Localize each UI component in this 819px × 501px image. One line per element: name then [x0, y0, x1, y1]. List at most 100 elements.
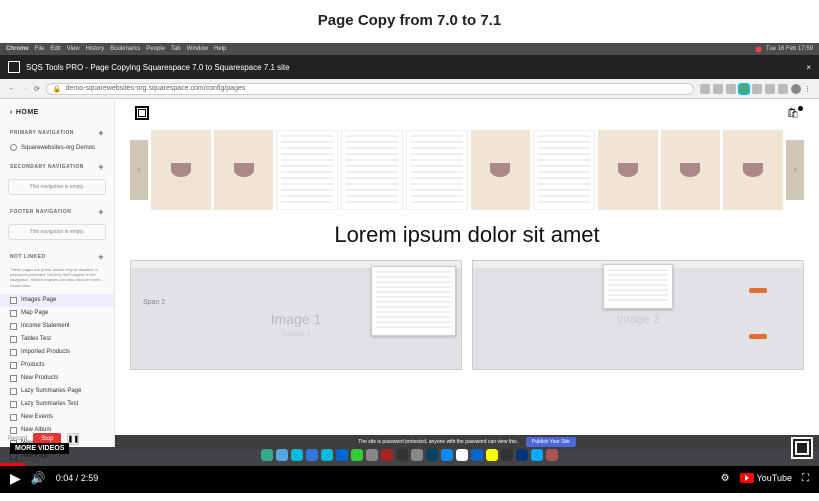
nav-reload-icon[interactable]: ⟳ — [34, 85, 40, 93]
nav-back-icon[interactable]: ← — [8, 85, 15, 92]
address-bar[interactable]: 🔒 demo-squarewebsites-org.squarespace.co… — [46, 83, 694, 95]
menubar-item[interactable]: View — [67, 46, 80, 52]
gallery-tile[interactable] — [661, 130, 721, 210]
ext-icon[interactable] — [778, 84, 788, 94]
sidebar-item[interactable]: Map Page — [0, 307, 114, 320]
sidebar-item[interactable]: Imported Products — [0, 346, 114, 359]
page-icon — [10, 349, 17, 356]
dock-app-icon[interactable] — [411, 449, 423, 461]
kebab-menu-icon[interactable]: ⋮ — [804, 85, 811, 93]
ext-icon[interactable] — [765, 84, 775, 94]
menubar-item[interactable]: Help — [214, 46, 226, 52]
sidebar-item[interactable]: Tables Test — [0, 333, 114, 346]
menubar-item[interactable]: Bookmarks — [110, 46, 140, 52]
extension-popup[interactable] — [371, 266, 456, 336]
more-videos-label[interactable]: MORE VIDEOS — [10, 443, 69, 454]
gallery-tile[interactable] — [471, 130, 531, 210]
image-label: Image 1 — [271, 311, 322, 327]
ext-icon[interactable] — [713, 84, 723, 94]
gallery-next-icon[interactable]: › — [786, 140, 804, 200]
hero-text: Lorem ipsum dolor sit amet — [115, 212, 819, 260]
gallery-tile[interactable] — [533, 130, 595, 210]
add-page-icon[interactable]: + — [98, 252, 104, 262]
sidebar-section-secondary: SECONDARY NAVIGATION+ — [0, 154, 114, 175]
menubar-item[interactable]: History — [86, 46, 105, 52]
dock-app-icon[interactable] — [351, 449, 363, 461]
sidebar-item[interactable]: New Products — [0, 372, 114, 385]
sidebar-home[interactable]: ‹HOME — [0, 105, 114, 120]
dock-app-icon[interactable] — [366, 449, 378, 461]
sidebar-section-footer: FOOTER NAVIGATION+ — [0, 199, 114, 220]
dock-app-icon[interactable] — [546, 449, 558, 461]
add-page-icon[interactable]: + — [98, 162, 104, 172]
extension-popup[interactable] — [603, 264, 673, 309]
channel-watermark-icon[interactable] — [791, 437, 813, 459]
menubar-item[interactable]: Edit — [50, 46, 60, 52]
youtube-logo-link[interactable]: YouTube — [740, 473, 792, 483]
dock-app-icon[interactable] — [456, 449, 468, 461]
dock-app-icon[interactable] — [336, 449, 348, 461]
gallery-block: ‹ › — [130, 127, 804, 212]
play-button-icon[interactable]: ▶ — [10, 470, 21, 487]
screenshot-right: Image 2 — [472, 260, 804, 370]
gallery-tile[interactable] — [276, 130, 338, 210]
menubar-item[interactable]: People — [146, 46, 165, 52]
banner-close-icon[interactable]: × — [806, 63, 811, 72]
add-page-icon[interactable]: + — [98, 128, 104, 138]
sidebar-item[interactable]: Lazy Summaries Test — [0, 398, 114, 411]
dock-app-icon[interactable] — [501, 449, 513, 461]
sidebar-section-primary: PRIMARY NAVIGATION+ — [0, 120, 114, 141]
dock-app-icon[interactable] — [396, 449, 408, 461]
dock-app-icon[interactable] — [516, 449, 528, 461]
ext-icon[interactable] — [726, 84, 736, 94]
youtube-controls: ▶ 🔊 0:04 / 2:59 ⚙ YouTube ⛶ — [0, 463, 819, 493]
ext-icon[interactable] — [700, 84, 710, 94]
add-page-icon[interactable]: + — [98, 207, 104, 217]
menubar-item[interactable]: Tab — [171, 46, 181, 52]
sidebar-item[interactable]: Products — [0, 359, 114, 372]
profile-avatar-icon[interactable] — [791, 84, 801, 94]
gallery-prev-icon[interactable]: ‹ — [130, 140, 148, 200]
sidebar-item[interactable]: Lazy Summaries Page — [0, 385, 114, 398]
gallery-tile[interactable] — [406, 130, 468, 210]
dock-app-icon[interactable] — [381, 449, 393, 461]
volume-icon[interactable]: 🔊 — [31, 471, 46, 485]
sidebar-item[interactable]: Squarewebsites-org Demos — [0, 141, 114, 154]
dock-app-icon[interactable] — [261, 449, 273, 461]
home-icon — [10, 144, 17, 151]
macos-menubar: Chrome File Edit View History Bookmarks … — [0, 43, 819, 55]
dock-app-icon[interactable] — [486, 449, 498, 461]
gallery-tile[interactable] — [151, 130, 211, 210]
publish-button[interactable]: Publish Your Site — [526, 437, 576, 447]
sidebar-item[interactable]: Images Page — [0, 294, 114, 307]
dock-app-icon[interactable] — [426, 449, 438, 461]
gallery-tile[interactable] — [723, 130, 783, 210]
settings-gear-icon[interactable]: ⚙ — [721, 473, 730, 484]
dock-app-icon[interactable] — [321, 449, 333, 461]
menubar-clock: Tue 16 Feb 17:59 — [766, 46, 813, 52]
progress-bar[interactable] — [0, 463, 819, 466]
dock-app-icon[interactable] — [306, 449, 318, 461]
sidebar-item[interactable]: Income Statement — [0, 320, 114, 333]
extension-banner: SQS Tools PRO - Page Copying Squarespace… — [0, 55, 819, 79]
dock-app-icon[interactable] — [291, 449, 303, 461]
fullscreen-icon[interactable]: ⛶ — [802, 473, 809, 484]
nav-forward-icon[interactable]: → — [21, 85, 28, 92]
ext-icon[interactable] — [752, 84, 762, 94]
browser-toolbar: ← → ⟳ 🔒 demo-squarewebsites-org.squaresp… — [0, 79, 819, 99]
page-icon — [10, 310, 17, 317]
gallery-tile[interactable] — [598, 130, 658, 210]
sidebar-item[interactable]: New Events — [0, 411, 114, 424]
menubar-item[interactable]: File — [35, 46, 45, 52]
gallery-tile[interactable] — [214, 130, 274, 210]
ext-icon-active[interactable] — [739, 84, 749, 94]
dock-app-icon[interactable] — [471, 449, 483, 461]
video-player-frame: Chrome File Edit View History Bookmarks … — [0, 43, 819, 493]
dock-app-icon[interactable] — [441, 449, 453, 461]
cart-icon[interactable]: 🛍 — [786, 108, 799, 119]
dock-app-icon[interactable] — [276, 449, 288, 461]
site-logo-icon[interactable] — [135, 106, 149, 120]
gallery-tile[interactable] — [341, 130, 403, 210]
menubar-item[interactable]: Window — [187, 46, 208, 52]
dock-app-icon[interactable] — [531, 449, 543, 461]
